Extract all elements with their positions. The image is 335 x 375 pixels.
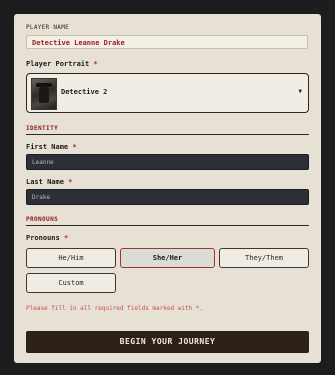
pronoun-option-he-him[interactable]: He/Him — [26, 248, 116, 268]
required-mark: * — [68, 178, 73, 186]
portrait-selected-name: Detective 2 — [61, 88, 108, 96]
player-name-input[interactable]: Detective Leanne Drake — [26, 35, 308, 49]
pronouns-label-text: Pronouns — [26, 234, 60, 242]
player-portrait-label: Player Portrait * — [26, 60, 98, 68]
required-mark: * — [72, 143, 77, 151]
portrait-select[interactable]: Detective 2 ▼ — [26, 73, 309, 113]
begin-journey-button[interactable]: BEGIN YOUR JOURNEY — [26, 331, 309, 353]
pronouns-divider — [26, 225, 309, 226]
required-mark: * — [63, 234, 69, 242]
first-name-input[interactable]: Leanne — [26, 154, 309, 170]
last-name-label: Last Name * — [26, 178, 72, 186]
pronoun-option-she-her[interactable]: She/Her — [120, 248, 215, 268]
pronoun-option-they-them[interactable]: They/Them — [219, 248, 309, 268]
player-portrait-label-text: Player Portrait — [26, 60, 90, 68]
chevron-down-icon: ▼ — [298, 88, 302, 95]
identity-divider — [26, 134, 309, 135]
identity-section-title: IDENTITY — [26, 125, 59, 132]
pronouns-section-title: PRONOUNS — [26, 216, 59, 223]
portrait-figure-shape — [39, 85, 49, 103]
first-name-label-text: First Name — [26, 143, 69, 151]
validation-error-message: Please fill in all required fields marke… — [26, 305, 204, 312]
player-name-label: PLAYER NAME — [26, 24, 70, 31]
character-form: PLAYER NAME Detective Leanne Drake Playe… — [14, 14, 321, 363]
pronoun-option-custom[interactable]: Custom — [26, 273, 116, 293]
portrait-thumbnail — [31, 78, 57, 110]
last-name-input[interactable]: Drake — [26, 189, 309, 205]
required-mark: * — [93, 60, 98, 68]
last-name-label-text: Last Name — [26, 178, 64, 186]
pronouns-label: Pronouns * — [26, 234, 68, 242]
first-name-label: First Name * — [26, 143, 77, 151]
